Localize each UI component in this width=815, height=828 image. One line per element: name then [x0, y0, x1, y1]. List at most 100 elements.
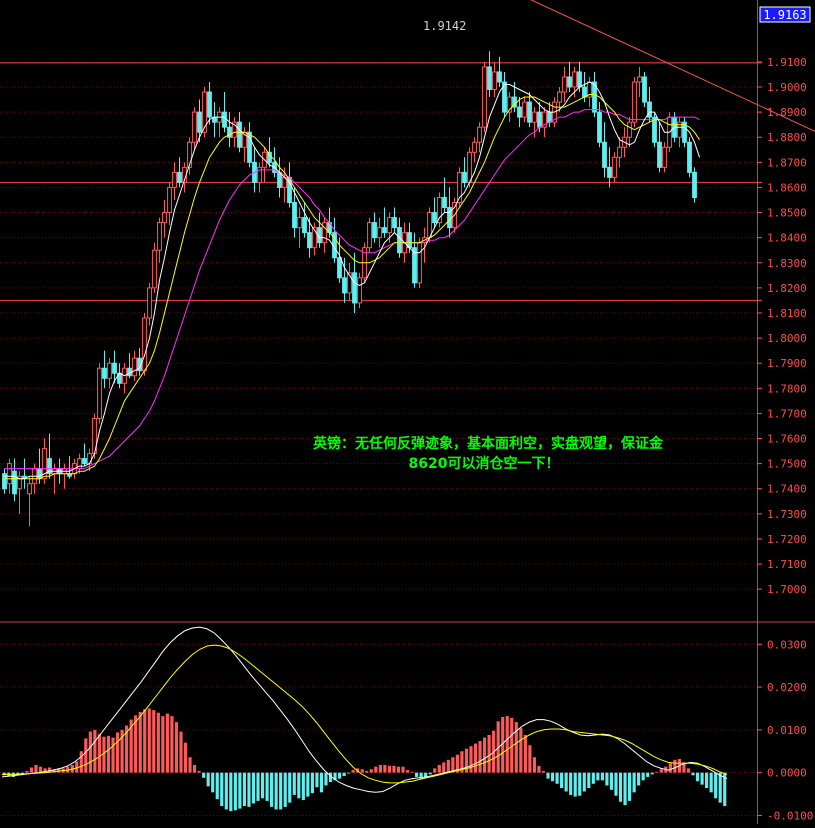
candle-body	[133, 358, 137, 376]
candle-body	[468, 152, 472, 182]
candle-body	[143, 318, 147, 371]
candle-body	[28, 484, 32, 494]
candle-body	[573, 72, 577, 87]
candle-body	[463, 172, 467, 182]
price-tick-label: 1.8400	[767, 232, 807, 245]
candle-body	[483, 67, 487, 127]
candle-body	[368, 223, 372, 248]
candle-body	[613, 157, 617, 177]
candle-body	[473, 142, 477, 152]
candle-body	[98, 368, 102, 418]
candle-body	[488, 67, 492, 90]
candle-body	[178, 172, 182, 182]
price-tick-label: 1.7200	[767, 533, 807, 546]
forex-chart: 1.9100 1.9000 1.8900 1.8800 1.8700 1.8600 1.85…	[0, 0, 815, 824]
price-tick-label: 1.8500	[767, 207, 807, 220]
candle-body	[378, 228, 382, 238]
candle-body	[598, 112, 602, 142]
price-tick-label: 1.8200	[767, 282, 807, 295]
candle-body	[528, 102, 532, 122]
candle-body	[173, 172, 177, 187]
chart-background	[0, 0, 815, 824]
chart-svg: 1.9100 1.9000 1.8900 1.8800 1.8700 1.8600 1.85…	[0, 0, 815, 824]
candle-body	[538, 112, 542, 127]
candle-body	[563, 77, 567, 92]
candle-body	[568, 77, 572, 87]
price-tick-label: 1.7900	[767, 357, 807, 370]
price-tick-label: 1.7000	[767, 583, 807, 596]
candle-body	[103, 368, 107, 378]
candle-body	[383, 228, 387, 233]
candle-body	[393, 218, 397, 228]
candle-body	[113, 363, 117, 373]
candle-body	[373, 223, 377, 238]
candle-body	[88, 454, 92, 464]
candle-body	[163, 213, 167, 223]
price-tick-label: 1.8900	[767, 106, 807, 119]
candle-body	[293, 203, 297, 228]
candle-body	[533, 112, 537, 122]
candle-body	[688, 142, 692, 172]
candle-body	[83, 459, 87, 464]
macd-tick-label: 0.0000	[767, 767, 807, 780]
candle-body	[578, 72, 582, 87]
candle-body	[628, 122, 632, 137]
candle-body	[198, 112, 202, 132]
price-tick-label: 1.7800	[767, 382, 807, 395]
candle-body	[548, 112, 552, 122]
candle-body	[38, 469, 42, 479]
candle-body	[583, 87, 587, 97]
candle-body	[478, 127, 482, 142]
price-tick-label: 1.9000	[767, 81, 807, 94]
annotation-line-2: 8620可以消仓空一下！	[409, 455, 560, 472]
candle-body	[398, 228, 402, 253]
price-tick-label: 1.7700	[767, 407, 807, 420]
candle-body	[148, 288, 152, 318]
candle-body	[108, 363, 112, 378]
candle-body	[603, 142, 607, 167]
current-price-label: 1.9163	[763, 8, 806, 22]
candle-body	[518, 107, 522, 117]
candle-body	[298, 218, 302, 228]
price-tick-label: 1.8600	[767, 181, 807, 194]
candle-body	[443, 197, 447, 207]
price-tick-label: 1.7300	[767, 508, 807, 521]
candle-body	[338, 258, 342, 278]
candle-body	[268, 152, 272, 162]
macd-tick-label: 0.0100	[767, 724, 807, 737]
price-tick-label: 1.7400	[767, 483, 807, 496]
candle-body	[358, 278, 362, 303]
candle-body	[308, 233, 312, 248]
candle-body	[608, 167, 612, 177]
candle-body	[153, 250, 157, 288]
price-tick-label: 1.7100	[767, 558, 807, 571]
candle-body	[223, 112, 227, 127]
macd-tick-label: 0.0200	[767, 681, 807, 694]
price-tick-label: 1.7500	[767, 458, 807, 471]
candle-body	[633, 82, 637, 122]
price-tick-label: 1.7600	[767, 433, 807, 446]
price-tick-label: 1.8700	[767, 156, 807, 169]
candle-body	[158, 223, 162, 251]
candle-body	[493, 72, 497, 90]
price-tick-label: 1.8000	[767, 332, 807, 345]
candle-body	[193, 112, 197, 142]
candle-body	[498, 72, 502, 82]
candle-body	[353, 273, 357, 303]
macd-tick-label: -0.0100	[767, 809, 813, 822]
candle-body	[203, 92, 207, 132]
candle-body	[558, 92, 562, 102]
candle-body	[238, 122, 242, 147]
candle-body	[693, 172, 697, 197]
annotation-line-1: 英镑：无任何反弹迹象，基本面利空，实盘观望，保证金	[312, 435, 664, 452]
candle-body	[13, 471, 17, 494]
price-tick-label: 1.8100	[767, 307, 807, 320]
candle-body	[433, 213, 437, 223]
candle-body	[658, 142, 662, 167]
candle-body	[663, 147, 667, 167]
candle-body	[278, 172, 282, 187]
candle-body	[343, 278, 347, 293]
price-tick-label: 1.8800	[767, 131, 807, 144]
candle-body	[618, 147, 622, 157]
price-tick-label: 1.9100	[767, 56, 807, 69]
